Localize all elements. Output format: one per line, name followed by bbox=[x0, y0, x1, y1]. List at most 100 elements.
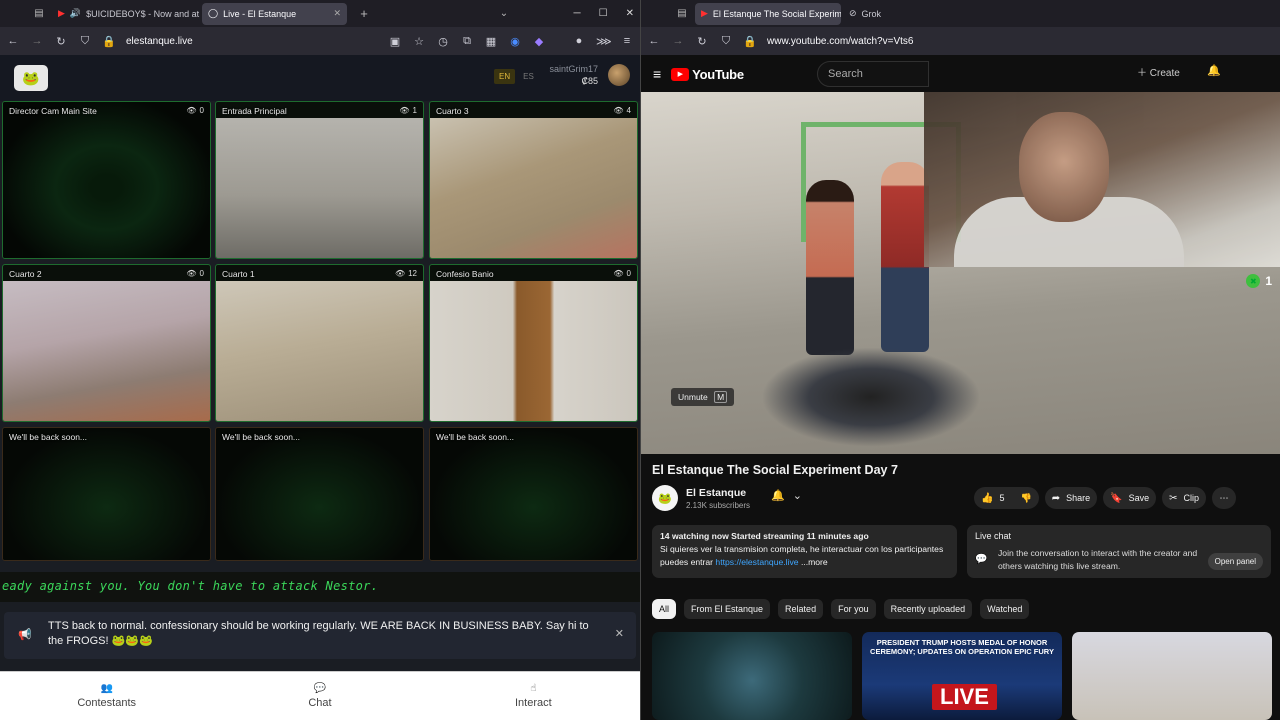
people-icon: 👥 bbox=[100, 683, 113, 694]
extension-d-icon[interactable]: ⋙ bbox=[596, 35, 612, 48]
thumbnail-headline: PRESIDENT TRUMP HOSTS MEDAL OF HONOR CER… bbox=[870, 638, 1054, 656]
chip-related[interactable]: Related bbox=[778, 599, 824, 619]
channel-name[interactable]: El Estanque bbox=[686, 487, 750, 499]
menu-icon[interactable]: ≡ bbox=[620, 35, 634, 47]
chip-watched[interactable]: Watched bbox=[980, 599, 1030, 619]
reader-icon[interactable]: ▣ bbox=[388, 35, 402, 48]
close-icon[interactable]: ✕ bbox=[333, 8, 341, 19]
viewer-number: 4 bbox=[626, 106, 631, 115]
tab-grok[interactable]: ⊘ Grok bbox=[843, 3, 903, 25]
audio-icon[interactable]: 🔊 bbox=[70, 8, 81, 19]
cam-tile[interactable]: Cuarto 1 👁 12 bbox=[215, 264, 424, 422]
tab-youtube[interactable]: ▶ El Estanque The Social Experim ✕ bbox=[695, 2, 841, 25]
thumbs-up-icon: 👍 bbox=[981, 492, 994, 504]
notifications-bell-icon[interactable]: 🔔 bbox=[1207, 64, 1221, 77]
bookmark-star-icon[interactable]: ☆ bbox=[412, 35, 426, 48]
extension-b-icon[interactable]: ◉ bbox=[508, 35, 522, 48]
show-more-button[interactable]: ...more bbox=[801, 557, 828, 567]
video-thumbnail[interactable]: PRESIDENT TRUMP HOSTS MEDAL OF HONOR CER… bbox=[862, 632, 1062, 720]
shield-icon[interactable]: ⛉ bbox=[719, 35, 733, 48]
youtube-play-icon: ▶ bbox=[671, 67, 690, 81]
lock-icon: 🔒 bbox=[102, 35, 116, 48]
back-icon[interactable]: ← bbox=[6, 35, 20, 47]
nav-interact[interactable]: ☝ Interact bbox=[427, 672, 640, 720]
avatar[interactable] bbox=[608, 64, 630, 86]
thumbs-down-icon[interactable]: 👎 bbox=[1020, 493, 1031, 504]
nav-chat[interactable]: 💬 Chat bbox=[213, 672, 426, 720]
share-button[interactable]: ➦ Share bbox=[1044, 487, 1098, 509]
tab-music[interactable]: ▶ 🔊 $UICIDEBOY$ - Now and at ✕ bbox=[52, 3, 200, 25]
address-bar[interactable]: elestanque.live bbox=[126, 36, 378, 47]
tab-list-icon[interactable]: ▤ bbox=[28, 8, 50, 19]
cam-tile-offline[interactable]: We'll be back soon... bbox=[215, 427, 424, 561]
cam-tile-offline[interactable]: We'll be back soon... bbox=[2, 427, 211, 561]
video-player[interactable]: ✖ 1 Unmute M bbox=[641, 92, 1280, 454]
cam-tile[interactable]: Cuarto 2 👁 0 bbox=[2, 264, 211, 422]
description-box[interactable]: 14 watching now Started streaming 11 min… bbox=[652, 525, 957, 578]
cam-tile[interactable]: Cuarto 3 👁 4 bbox=[429, 101, 638, 259]
save-button[interactable]: 🔖 Save bbox=[1103, 487, 1157, 509]
close-icon[interactable]: ✕ bbox=[615, 627, 624, 642]
share-icon: ➦ bbox=[1051, 492, 1061, 504]
reload-icon[interactable]: ↻ bbox=[695, 35, 709, 48]
unmute-button[interactable]: Unmute M bbox=[671, 388, 735, 406]
chevron-down-icon: ⌄ bbox=[792, 490, 802, 502]
like-button[interactable]: 👍 5 👎 bbox=[974, 487, 1039, 509]
lang-en-button[interactable]: EN bbox=[494, 69, 516, 84]
address-bar[interactable]: www.youtube.com/watch?v=Vts6 bbox=[767, 36, 1274, 47]
recommended-videos: PRESIDENT TRUMP HOSTS MEDAL OF HONOR CER… bbox=[652, 632, 1272, 720]
create-button[interactable]: ＋ Create bbox=[1137, 64, 1180, 79]
extension-a-icon[interactable]: ▦ bbox=[484, 35, 498, 48]
search-input[interactable]: Search bbox=[817, 61, 929, 87]
open-panel-button[interactable]: Open panel bbox=[1207, 553, 1263, 570]
profile-icon[interactable]: ● bbox=[572, 35, 586, 47]
extension-c-icon[interactable]: ◆ bbox=[532, 35, 546, 48]
nav-interact-label: Interact bbox=[514, 697, 552, 709]
floor-clutter bbox=[761, 347, 981, 447]
tab-list-icon[interactable]: ▤ bbox=[671, 8, 693, 19]
announcement-text: TTS back to normal. confessionary should… bbox=[48, 620, 589, 647]
channel-info[interactable]: 🐸 El Estanque 2.13K subscribers bbox=[652, 485, 750, 511]
chip-all[interactable]: All bbox=[652, 599, 677, 619]
cam-tile-offline[interactable]: We'll be back soon... bbox=[429, 427, 638, 561]
maximize-icon[interactable]: ☐ bbox=[599, 8, 608, 19]
reload-icon[interactable]: ↻ bbox=[54, 35, 68, 48]
channel-avatar[interactable]: 🐸 bbox=[652, 485, 678, 511]
video-thumbnail[interactable] bbox=[652, 632, 852, 720]
el-estanque-logo[interactable]: 🐸 bbox=[14, 65, 48, 91]
hamburger-menu-icon[interactable]: ≡ bbox=[653, 66, 661, 82]
grok-favicon-icon: ⊘ bbox=[849, 8, 857, 18]
extensions-icon[interactable]: ⧉ bbox=[460, 35, 474, 48]
minimize-icon[interactable]: ─ bbox=[574, 8, 581, 19]
eye-icon: 👁 bbox=[394, 269, 406, 278]
lang-es-button[interactable]: ES bbox=[519, 69, 538, 84]
tab-el-estanque[interactable]: ◯ Live - El Estanque ✕ bbox=[202, 2, 347, 25]
chip-for-you[interactable]: For you bbox=[831, 599, 876, 619]
shield-icon[interactable]: ⛉ bbox=[78, 35, 92, 48]
more-actions-button[interactable]: ⋯ bbox=[1211, 487, 1236, 509]
live-chat-panel: Live chat 💬 Join the conversation to int… bbox=[967, 525, 1271, 578]
cam-tile[interactable]: Entrada Principal 👁 1 bbox=[215, 101, 424, 259]
tab-overflow-icon[interactable]: ⌄ bbox=[493, 8, 515, 19]
nav-contestants[interactable]: 👥 Contestants bbox=[0, 672, 213, 720]
description-link[interactable]: https://elestanque.live bbox=[715, 557, 798, 567]
back-icon[interactable]: ← bbox=[647, 35, 661, 47]
chip-recently-uploaded[interactable]: Recently uploaded bbox=[883, 599, 973, 619]
youtube-logo-text: YouTube bbox=[692, 66, 744, 82]
user-info[interactable]: saintGrim17 ₡85 bbox=[549, 63, 598, 87]
new-tab-icon[interactable]: + bbox=[353, 6, 375, 21]
cam-tile[interactable]: Director Cam Main Site 👁 0 bbox=[2, 101, 211, 259]
video-title: El Estanque The Social Experiment Day 7 bbox=[652, 463, 898, 477]
live-chat-title: Live chat bbox=[975, 531, 1012, 541]
forward-icon[interactable]: → bbox=[30, 35, 44, 47]
history-icon[interactable]: ◷ bbox=[436, 35, 450, 48]
chip-from-channel[interactable]: From El Estanque bbox=[684, 599, 771, 619]
close-window-icon[interactable]: ✕ bbox=[626, 8, 634, 19]
subscription-bell-button[interactable]: 🔔 ⌄ bbox=[771, 489, 802, 502]
viewer-count: 👁 1 bbox=[399, 106, 417, 115]
forward-icon[interactable]: → bbox=[671, 35, 685, 47]
youtube-logo[interactable]: ▶ YouTube bbox=[671, 67, 744, 82]
video-thumbnail[interactable] bbox=[1072, 632, 1272, 720]
cam-tile[interactable]: Confesio Banio 👁 0 bbox=[429, 264, 638, 422]
clip-button[interactable]: ✂ Clip bbox=[1162, 487, 1206, 509]
